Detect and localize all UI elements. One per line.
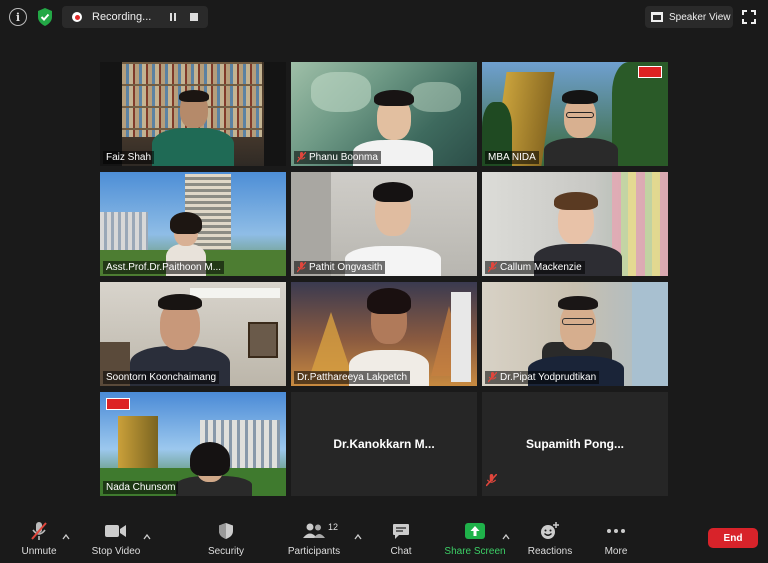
muted-mic-icon: [485, 473, 498, 492]
unmute-button[interactable]: Unmute: [19, 520, 59, 557]
stop-video-button[interactable]: Stop Video: [90, 520, 142, 557]
stop-video-label: Stop Video: [91, 546, 141, 557]
security-shield-icon: [218, 520, 234, 542]
security-button[interactable]: Security: [204, 520, 248, 557]
participant-name: MBA NIDA: [485, 151, 539, 164]
video-tile[interactable]: MBA NIDA: [482, 62, 668, 166]
end-meeting-button[interactable]: End: [708, 528, 758, 548]
chat-bubble-icon: [392, 520, 410, 542]
video-tile[interactable]: Pathit Ongvasith: [291, 172, 477, 276]
video-tile[interactable]: Dr.Pipat Yodprudtikan: [482, 282, 668, 386]
security-label: Security: [207, 546, 245, 557]
muted-mic-icon: [487, 261, 498, 273]
video-tile-active-speaker[interactable]: Dr.Patthareeya Lakpetch: [291, 282, 477, 386]
share-screen-label: Share Screen: [444, 546, 506, 557]
participant-name: Callum Mackenzie: [485, 261, 585, 274]
reactions-label: Reactions: [527, 546, 573, 557]
smiley-reaction-icon: [540, 520, 560, 542]
info-icon[interactable]: i: [9, 8, 27, 26]
muted-mic-icon: [487, 371, 498, 383]
participant-name: Dr.Pipat Yodprudtikan: [485, 371, 600, 384]
participants-label: Participants: [287, 546, 341, 557]
meeting-top-bar: i Recording... Speaker View: [0, 0, 768, 34]
more-label: More: [604, 546, 628, 557]
muted-mic-icon: [296, 151, 307, 163]
participants-count-badge: 12: [328, 522, 339, 532]
video-tile[interactable]: Asst.Prof.Dr.Paithoon M...: [100, 172, 286, 276]
video-tile-camera-off[interactable]: Supamith Pong...: [482, 392, 668, 496]
reactions-button[interactable]: Reactions: [526, 520, 574, 557]
video-tile-camera-off[interactable]: Dr.Kanokkarn M...: [291, 392, 477, 496]
recording-dot-icon: [72, 12, 82, 22]
speaker-view-button[interactable]: Speaker View: [645, 6, 733, 28]
more-button[interactable]: More: [600, 520, 632, 557]
video-tile[interactable]: Nada Chunsom: [100, 392, 286, 496]
participant-name: Nada Chunsom: [103, 481, 179, 494]
speaker-view-label: Speaker View: [669, 11, 731, 23]
muted-mic-icon: [296, 261, 307, 273]
grid-view-icon: [651, 12, 663, 22]
participant-name: Supamith Pong...: [526, 437, 624, 451]
video-tile[interactable]: Faiz Shah: [100, 62, 286, 166]
participant-name: Phanu Boonma: [294, 151, 381, 164]
video-tile[interactable]: Callum Mackenzie: [482, 172, 668, 276]
recording-indicator: Recording...: [62, 6, 208, 28]
participant-name: Dr.Kanokkarn M...: [333, 437, 435, 451]
stop-recording-icon[interactable]: [190, 13, 198, 21]
unmute-label: Unmute: [21, 546, 57, 557]
video-tile[interactable]: Soontorn Koonchaimang: [100, 282, 286, 386]
more-dots-icon: [607, 520, 625, 542]
audio-options-caret-icon[interactable]: [62, 527, 70, 540]
pause-recording-icon[interactable]: [170, 13, 176, 21]
share-options-caret-icon[interactable]: [502, 527, 510, 540]
chat-label: Chat: [390, 546, 412, 557]
video-options-caret-icon[interactable]: [143, 527, 151, 540]
video-camera-icon: [105, 520, 127, 542]
participant-name: Soontorn Koonchaimang: [103, 371, 220, 384]
share-screen-button[interactable]: Share Screen: [444, 520, 506, 557]
muted-microphone-icon: [30, 520, 48, 542]
video-tile[interactable]: Phanu Boonma: [291, 62, 477, 166]
participant-name: Asst.Prof.Dr.Paithoon M...: [103, 261, 225, 274]
participant-name: Faiz Shah: [103, 151, 155, 164]
participant-name: Dr.Patthareeya Lakpetch: [294, 371, 411, 384]
participants-options-caret-icon[interactable]: [354, 527, 362, 540]
share-screen-arrow-icon: [465, 520, 485, 542]
recording-label: Recording...: [92, 11, 152, 23]
chat-button[interactable]: Chat: [386, 520, 416, 557]
participant-name: Pathit Ongvasith: [294, 261, 386, 274]
encryption-shield-icon[interactable]: [36, 7, 54, 27]
fullscreen-icon[interactable]: [742, 10, 756, 24]
participants-people-icon: [303, 520, 325, 542]
